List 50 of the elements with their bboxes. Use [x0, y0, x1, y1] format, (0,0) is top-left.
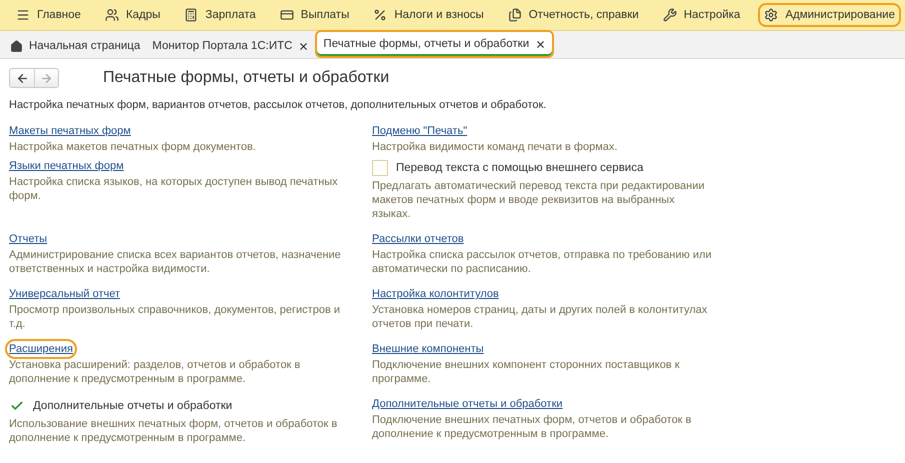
link[interactable]: Макеты печатных форм: [9, 125, 131, 137]
percent-icon: [373, 8, 388, 22]
link[interactable]: Языки печатных форм: [9, 160, 124, 172]
link[interactable]: Подменю "Печать": [372, 125, 468, 137]
page-title: Печатные формы, отчеты и обработки: [103, 69, 390, 87]
description-text: Предлагать автоматический перевод текста при редактировании макетов печатных форм и вводе реквизитов на выбранных языках.: [372, 179, 706, 221]
description-text: Настройка видимости команд печати в формах.: [372, 140, 618, 154]
menu-item[interactable]: Выплаты: [274, 3, 356, 27]
tab[interactable]: Монитор Портала 1С:ИТС: [146, 34, 316, 58]
link[interactable]: Внешние компоненты: [372, 343, 484, 355]
link[interactable]: Отчеты: [9, 233, 48, 245]
description-text: Просмотр произвольных справочников, документов, регистров и т.д.: [9, 303, 342, 331]
settings-icon: [764, 8, 778, 22]
description-text: Администрирование списка всех вариантов отчетов, назначение ответственных и настройка видимости.: [9, 248, 342, 276]
link[interactable]: Универсальный отчет: [9, 288, 120, 300]
close-icon[interactable]: [298, 40, 310, 52]
menu-item[interactable]: Отчетность, справки: [502, 3, 645, 27]
checkbox-label: Перевод текста с помощью внешнего сервиса: [396, 162, 644, 174]
menu-icon: [16, 8, 30, 22]
card-icon: [280, 8, 294, 22]
description-text: Подключение внешних печатных форм, отчетов и обработок в дополнение к предусмотренным в программе.: [372, 413, 692, 441]
wrench-icon: [662, 8, 677, 22]
arrow-right-icon: [40, 72, 53, 84]
description-text: Установка расширений: разделов, отчетов и обработок в дополнение к предусмотренным в программе.: [9, 358, 302, 386]
documents-icon: [508, 8, 522, 22]
home-icon: [10, 40, 23, 52]
arrow-left-icon: [16, 72, 28, 84]
calculator-icon: [184, 8, 198, 22]
tab[interactable]: Печатные формы, отчеты и обработки: [315, 30, 554, 58]
menu-item[interactable]: Главное: [10, 3, 87, 27]
menu-item[interactable]: Кадры: [98, 3, 166, 27]
description-text: Настройка макетов печатных форм документов.: [9, 140, 256, 154]
menu-item[interactable]: Зарплата: [178, 3, 262, 27]
description-text: Использование внешних печатных форм, отчетов и обработок в дополнение к предусмотренным в программе.: [9, 417, 338, 445]
checkbox[interactable]: [372, 160, 388, 176]
link[interactable]: Дополнительные отчеты и обработки: [372, 398, 563, 410]
description-text: Установка номеров страниц, даты и других полей в колонтитулах отчетов при печати.: [372, 303, 708, 331]
close-icon[interactable]: [535, 38, 546, 50]
description-text: Настройка списка рассылок отчетов, отправка по требованию или автоматически по расписанию.: [372, 248, 712, 276]
link[interactable]: Рассылки отчетов: [372, 233, 464, 245]
people-icon: [104, 8, 119, 22]
menu-item[interactable]: Настройка: [656, 3, 746, 27]
checkbox-label: Дополнительные отчеты и обработки: [33, 400, 232, 412]
description-text: Подключение внешних компонент сторонних поставщиков к программе.: [372, 358, 681, 386]
tab[interactable]: Начальная страница: [4, 34, 146, 58]
menu-item[interactable]: Налоги и взносы: [367, 3, 490, 27]
description-text: Настройка списка языков, на которых доступен вывод печатных форм.: [9, 175, 339, 203]
link[interactable]: Настройка колонтитулов: [372, 288, 499, 300]
menu-item[interactable]: Администрирование: [758, 3, 901, 27]
page-description: Настройка печатных форм, вариантов отчетов, рассылок отчетов, дополнительных отчетов и обработок.: [9, 99, 548, 111]
